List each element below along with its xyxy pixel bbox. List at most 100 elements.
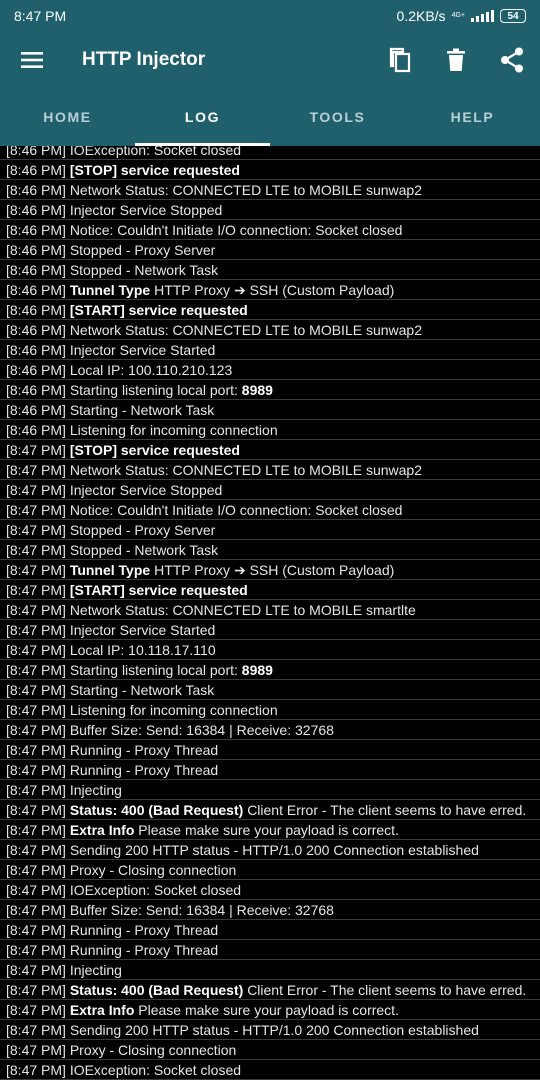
log-timestamp: [8:46 PM] — [6, 242, 66, 258]
log-line: [8:47 PM] Proxy - Closing connection — [0, 860, 540, 880]
delete-icon[interactable] — [428, 32, 484, 88]
battery-icon: 54 — [500, 9, 526, 23]
log-message: Stopped - Proxy Server — [69, 522, 216, 538]
tab-bar: HOME LOG TOOLS HELP — [0, 88, 540, 146]
log-line: [8:47 PM] Starting - Network Task — [0, 680, 540, 700]
log-timestamp: [8:47 PM] — [6, 602, 66, 618]
log-message: Listening for incoming connection — [69, 702, 278, 718]
log-timestamp: [8:47 PM] — [6, 482, 66, 498]
log-line: [8:46 PM] IOException: Socket closed — [0, 146, 540, 160]
log-message: Client Error - The client seems to have … — [247, 982, 527, 998]
menu-icon[interactable] — [0, 32, 64, 88]
log-timestamp: [8:46 PM] — [6, 162, 66, 178]
log-message: Network Status: CONNECTED LTE to MOBILE … — [69, 182, 422, 198]
network-type-icon: 4G+ — [452, 12, 465, 20]
log-timestamp: [8:46 PM] — [6, 202, 66, 218]
log-message: Starting listening local port: — [69, 382, 238, 398]
log-message: Injector Service Started — [69, 342, 216, 358]
log-timestamp: [8:47 PM] — [6, 702, 66, 718]
log-line: [8:47 PM] [STOP] service requested — [0, 440, 540, 460]
log-line: [8:46 PM] Network Status: CONNECTED LTE … — [0, 180, 540, 200]
log-message: Network Status: CONNECTED LTE to MOBILE … — [69, 462, 422, 478]
log-timestamp: [8:46 PM] — [6, 222, 66, 238]
log-message: Notice: Couldn't Initiate I/O connection… — [69, 502, 403, 518]
log-message: Running - Proxy Thread — [69, 942, 219, 958]
signal-icon — [471, 10, 494, 22]
log-line: [8:47 PM] Injector Service Started — [0, 620, 540, 640]
log-message: Stopped - Proxy Server — [69, 242, 216, 258]
log-message: Listening for incoming connection — [69, 422, 278, 438]
log-line: [8:47 PM] Injecting — [0, 960, 540, 980]
log-line: [8:47 PM] Injector Service Stopped — [0, 480, 540, 500]
network-speed: 0.2KB/s — [396, 8, 446, 24]
log-line: [8:47 PM] Status: 400 (Bad Request) Clie… — [0, 980, 540, 1000]
log-message: Buffer Size: Send: 16384 | Receive: 3276… — [69, 722, 334, 738]
tab-home[interactable]: HOME — [0, 88, 135, 146]
log-timestamp: [8:47 PM] — [6, 642, 66, 658]
log-line: [8:47 PM] Stopped - Network Task — [0, 540, 540, 560]
log-line: [8:47 PM] IOException: Socket closed — [0, 880, 540, 900]
log-timestamp: [8:47 PM] — [6, 822, 66, 838]
log-line: [8:46 PM] Stopped - Proxy Server — [0, 240, 540, 260]
log-message: Sending 200 HTTP status - HTTP/1.0 200 C… — [69, 842, 479, 858]
log-tag: Tunnel Type — [69, 562, 151, 578]
log-message: Proxy - Closing connection — [69, 862, 237, 878]
log-message: HTTP Proxy ➔ SSH (Custom Payload) — [154, 562, 395, 578]
log-line: [8:47 PM] Injecting — [0, 780, 540, 800]
network-type: 4G+ — [451, 12, 465, 19]
log-message: Network Status: CONNECTED LTE to MOBILE … — [69, 322, 422, 338]
log-line: [8:47 PM] Proxy - Closing connection — [0, 1040, 540, 1060]
log-line: [8:47 PM] Network Status: CONNECTED LTE … — [0, 460, 540, 480]
log-message: Starting listening local port: — [69, 662, 238, 678]
tab-log[interactable]: LOG — [135, 88, 270, 146]
log-list: [8:46 PM] IOException: Socket closed [8:4… — [0, 146, 540, 1080]
tab-tools[interactable]: TOOLS — [270, 88, 405, 146]
log-line: [8:46 PM] Network Status: CONNECTED LTE … — [0, 320, 540, 340]
log-timestamp: [8:47 PM] — [6, 1062, 66, 1078]
log-timestamp: [8:47 PM] — [6, 1022, 66, 1038]
log-timestamp: [8:47 PM] — [6, 982, 66, 998]
log-timestamp: [8:47 PM] — [6, 722, 66, 738]
log-timestamp: [8:47 PM] — [6, 902, 66, 918]
log-message: IOException: Socket closed — [69, 1062, 242, 1078]
log-message: Buffer Size: Send: 16384 | Receive: 3276… — [69, 902, 334, 918]
log-line: [8:46 PM] Starting listening local port:… — [0, 380, 540, 400]
tab-help[interactable]: HELP — [405, 88, 540, 146]
log-timestamp: [8:47 PM] — [6, 922, 66, 938]
log-tag: Status: 400 (Bad Request) — [69, 802, 244, 818]
log-message: Injecting — [69, 962, 122, 978]
log-line: [8:47 PM] Local IP: 10.118.17.110 — [0, 640, 540, 660]
log-view[interactable]: [8:46 PM] IOException: Socket closed [8:4… — [0, 146, 540, 1080]
log-tag: [STOP] service requested — [69, 162, 240, 178]
log-timestamp: [8:46 PM] — [6, 262, 66, 278]
log-timestamp: [8:46 PM] — [6, 382, 66, 398]
share-icon[interactable] — [484, 32, 540, 88]
log-timestamp: [8:47 PM] — [6, 862, 66, 878]
log-timestamp: [8:47 PM] — [6, 1002, 66, 1018]
copy-icon[interactable] — [372, 32, 428, 88]
log-timestamp: [8:47 PM] — [6, 562, 66, 578]
log-tag: [STOP] service requested — [69, 442, 240, 458]
log-line: [8:46 PM] Local IP: 100.110.210.123 — [0, 360, 540, 380]
log-port: 8989 — [241, 382, 273, 398]
log-message: Please make sure your payload is correct… — [138, 1002, 399, 1018]
log-timestamp: [8:47 PM] — [6, 842, 66, 858]
tab-tools-label: TOOLS — [309, 109, 366, 125]
log-line: [8:47 PM] Extra Info Please make sure yo… — [0, 1000, 540, 1020]
log-line: [8:46 PM] [START] service requested — [0, 300, 540, 320]
status-bar: 8:47 PM 0.2KB/s 4G+ 54 — [0, 0, 540, 32]
log-tag: Tunnel Type — [69, 282, 151, 298]
log-timestamp: [8:47 PM] — [6, 1042, 66, 1058]
log-message: Running - Proxy Thread — [69, 922, 219, 938]
log-timestamp: [8:47 PM] — [6, 462, 66, 478]
log-line: [8:46 PM] Starting - Network Task — [0, 400, 540, 420]
log-timestamp: [8:47 PM] — [6, 682, 66, 698]
log-message: Injector Service Started — [69, 622, 216, 638]
log-line: [8:46 PM] Listening for incoming connect… — [0, 420, 540, 440]
log-message: Stopped - Network Task — [69, 262, 219, 278]
log-tag: Extra Info — [69, 822, 135, 838]
log-timestamp: [8:47 PM] — [6, 742, 66, 758]
log-message: Injector Service Stopped — [69, 482, 223, 498]
log-tag: Extra Info — [69, 1002, 135, 1018]
log-line: [8:47 PM] Extra Info Please make sure yo… — [0, 820, 540, 840]
